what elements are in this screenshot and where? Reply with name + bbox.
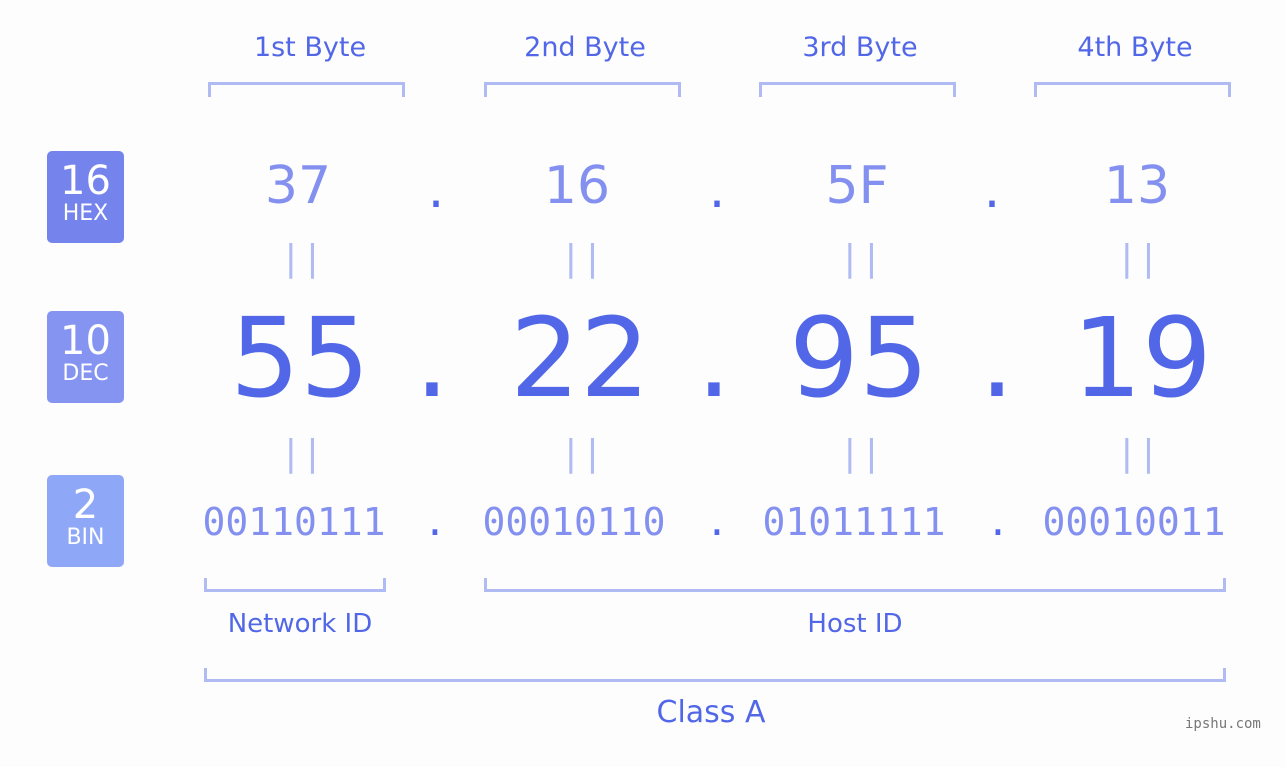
host-id-bracket bbox=[484, 578, 1226, 592]
class-bracket bbox=[204, 668, 1226, 682]
class-label: Class A bbox=[656, 695, 766, 730]
hex-label: HEX bbox=[62, 201, 109, 226]
hex-dot-1: . bbox=[427, 160, 445, 220]
bin-byte-2: 00010110 bbox=[482, 500, 666, 544]
dec-byte-4: 19 bbox=[1072, 294, 1212, 422]
hex-badge: 16 HEX bbox=[47, 151, 124, 243]
bin-label: BIN bbox=[66, 525, 105, 550]
bin-base: 2 bbox=[72, 482, 99, 528]
dec-dot-1: . bbox=[414, 294, 450, 422]
equals-sign: || bbox=[560, 433, 604, 474]
equals-sign: || bbox=[839, 433, 883, 474]
byte-bracket-1 bbox=[208, 82, 405, 97]
dec-dot-2: . bbox=[696, 294, 732, 422]
hex-byte-3: 5F bbox=[825, 156, 889, 216]
byte-header-4: 4th Byte bbox=[1077, 32, 1193, 63]
byte-bracket-4 bbox=[1034, 82, 1231, 97]
watermark: ipshu.com bbox=[1185, 716, 1261, 732]
dec-dot-3: . bbox=[979, 294, 1015, 422]
equals-sign: || bbox=[560, 238, 604, 279]
dec-label: DEC bbox=[62, 361, 109, 386]
equals-sign: || bbox=[280, 433, 324, 474]
equals-sign: || bbox=[839, 238, 883, 279]
byte-header-1: 1st Byte bbox=[253, 32, 367, 63]
dec-byte-2: 22 bbox=[510, 294, 650, 422]
host-id-label: Host ID bbox=[807, 609, 903, 639]
bin-dot-3: . bbox=[986, 500, 1010, 544]
hex-byte-1: 37 bbox=[264, 156, 332, 216]
byte-header-2: 2nd Byte bbox=[524, 32, 646, 63]
dec-base: 10 bbox=[60, 318, 111, 364]
byte-header-3: 3rd Byte bbox=[802, 32, 918, 63]
dec-badge: 10 DEC bbox=[47, 311, 124, 403]
hex-base: 16 bbox=[60, 158, 111, 204]
bin-byte-1: 00110111 bbox=[202, 500, 386, 544]
network-id-label: Network ID bbox=[227, 609, 373, 639]
bin-byte-4: 00010011 bbox=[1042, 500, 1226, 544]
dec-byte-3: 95 bbox=[789, 294, 929, 422]
byte-bracket-2 bbox=[484, 82, 681, 97]
bin-byte-3: 01011111 bbox=[762, 500, 946, 544]
byte-bracket-3 bbox=[759, 82, 956, 97]
hex-byte-4: 13 bbox=[1103, 156, 1171, 216]
bin-badge: 2 BIN bbox=[47, 475, 124, 567]
dec-byte-1: 55 bbox=[230, 294, 370, 422]
equals-sign: || bbox=[1116, 238, 1160, 279]
hex-dot-2: . bbox=[708, 160, 726, 220]
hex-byte-2: 16 bbox=[543, 156, 611, 216]
bin-dot-1: . bbox=[423, 500, 447, 544]
equals-sign: || bbox=[280, 238, 324, 279]
network-id-bracket bbox=[204, 578, 386, 592]
hex-dot-3: . bbox=[983, 160, 1001, 220]
equals-sign: || bbox=[1116, 433, 1160, 474]
bin-dot-2: . bbox=[705, 500, 729, 544]
